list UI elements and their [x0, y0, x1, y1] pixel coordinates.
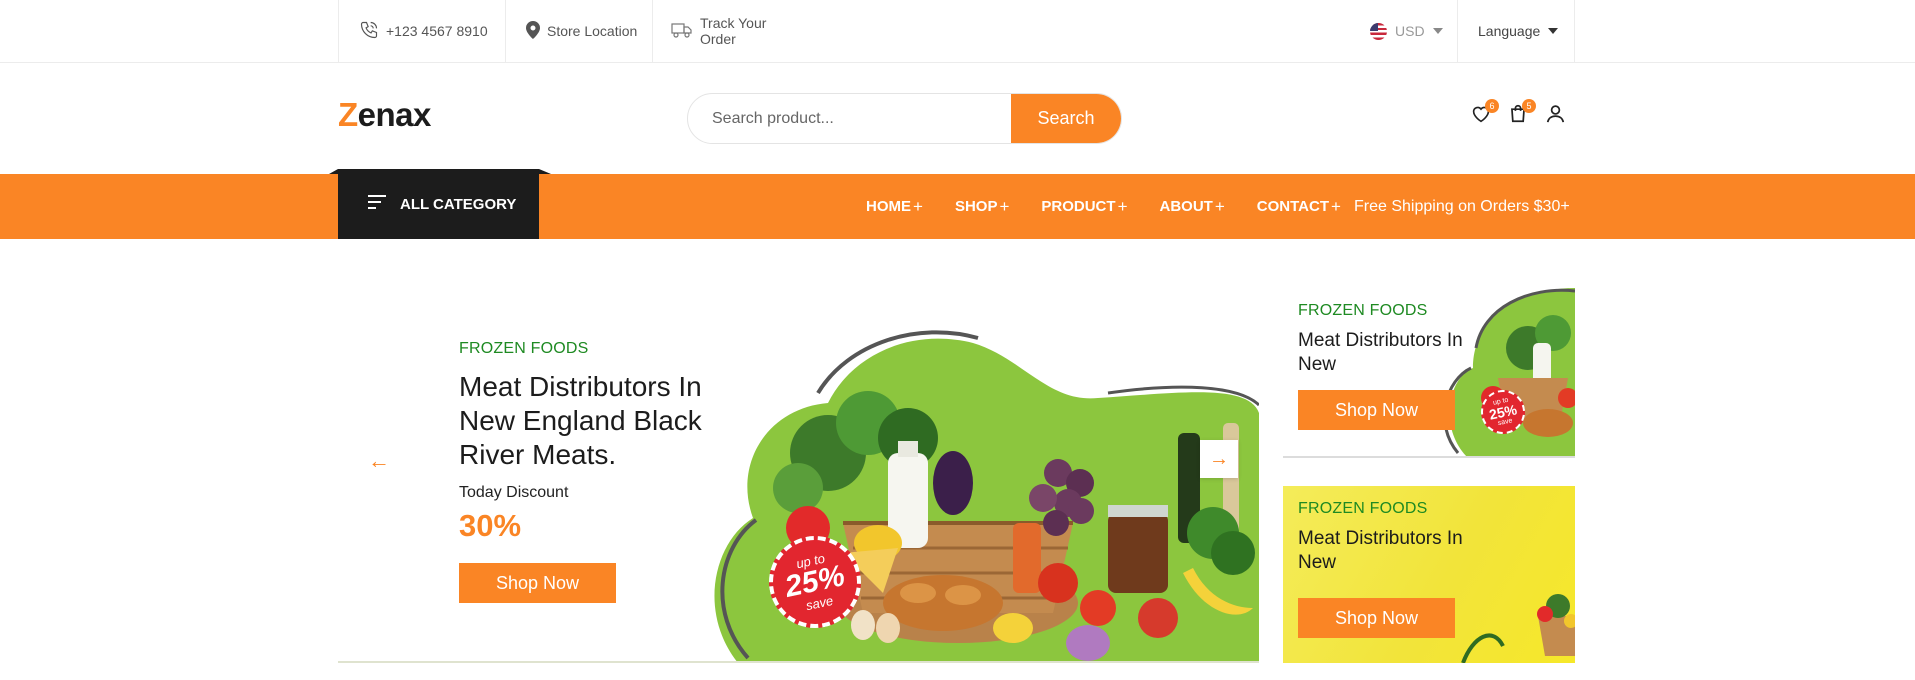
- side-banner-1-shop-now-button[interactable]: Shop Now: [1298, 390, 1455, 430]
- hero-slider: up to 25% save FROZEN FOODS Meat Distrib…: [338, 288, 1259, 663]
- phone-number: +123 4567 8910: [386, 23, 488, 39]
- hero-title: Meat Distributors In New England Black R…: [459, 371, 702, 470]
- side-banner-2-title: Meat Distributors In New: [1298, 528, 1463, 573]
- nav-item-shop[interactable]: SHOP +: [955, 197, 1009, 217]
- side-banner-2: FROZEN FOODS Meat Distributors In New Sh…: [1283, 486, 1575, 663]
- nav-item-contact[interactable]: CONTACT +: [1257, 197, 1341, 217]
- search-input[interactable]: [688, 94, 1011, 143]
- menu-icon: [368, 195, 386, 213]
- topbar-phone[interactable]: +123 4567 8910: [338, 0, 506, 62]
- nav-links: HOME + SHOP + PRODUCT + ABOUT + CONTACT +: [866, 174, 1373, 239]
- side-banner-2-text: FROZEN FOODS Meat Distributors In New: [1298, 500, 1488, 575]
- user-icon: [1546, 104, 1565, 128]
- phone-icon: [359, 20, 379, 43]
- chevron-down-icon: [1548, 28, 1559, 34]
- nav-item-home[interactable]: HOME +: [866, 197, 923, 217]
- free-shipping-notice: Free Shipping on Orders $30+: [1354, 197, 1570, 215]
- hero-shop-now-button[interactable]: Shop Now: [459, 563, 616, 603]
- site-logo[interactable]: Zenax: [338, 98, 431, 131]
- wishlist-count-badge: 6: [1485, 99, 1499, 113]
- side-banner-2-category: FROZEN FOODS: [1298, 500, 1428, 517]
- language-selector[interactable]: Language: [1457, 0, 1575, 62]
- plus-icon: +: [913, 196, 923, 216]
- truck-icon: [671, 22, 693, 41]
- chevron-down-icon: [1432, 28, 1443, 34]
- us-flag-icon: [1370, 22, 1387, 40]
- side-banner-1-category: FROZEN FOODS: [1298, 302, 1428, 319]
- side-banner-2-shop-now-button[interactable]: Shop Now: [1298, 598, 1455, 638]
- side-banner-1-text: FROZEN FOODS Meat Distributors In New: [1298, 302, 1488, 377]
- plus-icon: +: [999, 196, 1010, 216]
- topbar-store-location[interactable]: Store Location: [505, 0, 653, 62]
- hero-discount: 30%: [459, 508, 522, 543]
- hero-subtitle: Today Discount: [459, 484, 569, 501]
- side-banner-1-title: Meat Distributors In New: [1298, 330, 1463, 375]
- wishlist-button[interactable]: 6: [1469, 99, 1499, 128]
- language-value: Language: [1478, 23, 1541, 39]
- all-category-label: ALL CATEGORY: [400, 195, 517, 213]
- side-banner-1: up to 25% save FROZEN FOODS Meat Distrib…: [1283, 288, 1575, 458]
- search-button[interactable]: Search: [1011, 94, 1121, 143]
- currency-selector[interactable]: USD: [1352, 0, 1457, 62]
- hero-text-block: FROZEN FOODS Meat Distributors In New En…: [459, 340, 749, 544]
- cart-button[interactable]: 5: [1506, 99, 1536, 128]
- cart-count-badge: 5: [1522, 99, 1536, 113]
- account-button[interactable]: [1543, 104, 1567, 128]
- slider-prev-arrow-icon[interactable]: ←: [368, 448, 390, 474]
- track-order-label: Track Your Order: [700, 15, 767, 47]
- nav-item-product[interactable]: PRODUCT +: [1041, 197, 1127, 217]
- currency-value: USD: [1395, 23, 1425, 39]
- map-pin-icon: [526, 20, 540, 42]
- plus-icon: +: [1117, 196, 1128, 216]
- hero-category: FROZEN FOODS: [459, 340, 589, 357]
- search-form: Search: [687, 93, 1122, 144]
- plus-icon: +: [1330, 196, 1341, 216]
- nav-item-about[interactable]: ABOUT +: [1160, 197, 1225, 217]
- hero-grocery-image: [714, 330, 1259, 661]
- top-bar: +123 4567 8910 Store Location Track Your…: [0, 0, 1915, 63]
- slider-next-arrow-icon[interactable]: →: [1200, 440, 1238, 478]
- topbar-track-order[interactable]: Track Your Order: [652, 0, 802, 62]
- all-category-button[interactable]: ALL CATEGORY: [329, 169, 551, 239]
- plus-icon: +: [1214, 196, 1225, 216]
- store-location-label: Store Location: [547, 23, 638, 39]
